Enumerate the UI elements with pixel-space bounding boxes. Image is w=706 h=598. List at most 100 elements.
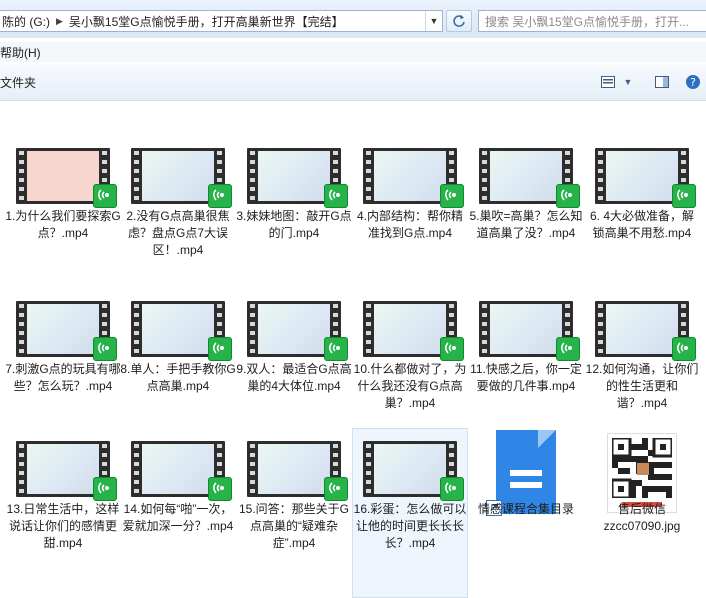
media-player-badge-icon (208, 337, 232, 361)
file-name: 16.彩蛋：怎么做可以让他的时间更长长长长？.mp4 (353, 502, 467, 550)
video-frame (258, 444, 330, 494)
video-frame (374, 444, 446, 494)
breadcrumb-folder[interactable]: 吴小飘15堂G点愉悦手册，打开高巢新世界【完结】 (67, 13, 346, 30)
view-options-icon[interactable] (600, 73, 616, 91)
video-frame (490, 151, 562, 201)
file-item[interactable]: 2.没有G点高巢很焦虑？盘点G点7大误区！.mp4 (120, 135, 236, 275)
file-item[interactable]: 3.妹妹地图：敲开G点的门.mp4 (236, 135, 352, 275)
video-frame (606, 151, 678, 201)
help-icon[interactable]: ? (684, 73, 702, 91)
video-frame (258, 151, 330, 201)
video-thumbnail (131, 301, 232, 361)
file-name: 5.巢吹=高巢？怎么知道高巢了没？.mp4 (469, 209, 583, 240)
menu-bar: 帮助(H) (0, 42, 706, 62)
media-player-badge-icon (440, 477, 464, 501)
file-item[interactable]: 13.日常生活中，这样说话让你们的感情更甜.mp4 (5, 428, 121, 598)
view-dropdown-icon[interactable]: ▼ (622, 73, 634, 91)
media-player-badge-icon (556, 337, 580, 361)
video-thumbnail (16, 441, 117, 501)
media-player-badge-icon (93, 337, 117, 361)
media-player-badge-icon (324, 337, 348, 361)
video-thumbnail (479, 148, 580, 208)
file-name: 9.双人：最适合G点高巢的4大体位.mp4 (236, 362, 352, 393)
file-list: 1.为什么我们要探索G点？.mp4 2.没有G点高巢很焦虑？盘点G点7大误区！.… (0, 101, 706, 598)
video-thumbnail (131, 148, 232, 208)
video-thumbnail (247, 441, 348, 501)
file-item[interactable]: 售后微信zzcc07090.jpg (584, 428, 700, 598)
file-name: 13.日常生活中，这样说话让你们的感情更甜.mp4 (6, 502, 120, 550)
refresh-icon (453, 15, 465, 27)
preview-pane-icon[interactable] (654, 73, 670, 91)
address-dropdown-icon[interactable]: ▼ (425, 11, 442, 31)
file-name: 1.为什么我们要探索G点？.mp4 (5, 209, 121, 240)
video-thumbnail (363, 441, 464, 501)
video-thumbnail (16, 148, 117, 208)
video-thumbnail (595, 301, 696, 361)
file-item[interactable]: 15.问答：那些关于G点高巢的“疑难杂症”.mp4 (236, 428, 352, 598)
media-player-badge-icon (440, 184, 464, 208)
breadcrumb-drive[interactable]: 陈的 (G:) (0, 13, 52, 30)
svg-text:?: ? (690, 76, 696, 89)
video-thumbnail (363, 148, 464, 208)
media-player-badge-icon (93, 477, 117, 501)
file-name: 15.问答：那些关于G点高巢的“疑难杂症”.mp4 (238, 502, 350, 550)
file-item[interactable]: 7.刺激G点的玩具有哪些？怎么玩？.mp4 (5, 288, 121, 428)
file-item[interactable]: 14.如何每“啪”一次，爱就加深一分？.mp4 (120, 428, 236, 598)
video-thumbnail (131, 441, 232, 501)
file-item[interactable]: 16.彩蛋：怎么做可以让他的时间更长长长长？.mp4 (352, 428, 468, 598)
media-player-badge-icon (324, 184, 348, 208)
video-thumbnail (595, 148, 696, 208)
breadcrumb-separator-icon[interactable]: ▶ (52, 16, 67, 27)
refresh-button[interactable] (446, 10, 472, 32)
video-frame (142, 151, 214, 201)
media-player-badge-icon (208, 477, 232, 501)
video-thumbnail (247, 301, 348, 361)
file-name: 2.没有G点高巢很焦虑？盘点G点7大误区！.mp4 (126, 209, 230, 257)
file-name: 14.如何每“啪”一次，爱就加深一分？.mp4 (122, 502, 234, 533)
file-item[interactable]: 8.单人：手把手教你G点高巢.mp4 (120, 288, 236, 428)
video-frame (374, 151, 446, 201)
file-name: 售后微信zzcc07090.jpg (603, 502, 681, 533)
video-thumbnail (247, 148, 348, 208)
command-toolbar: 文件夹 ▼ ? (0, 64, 706, 101)
video-thumbnail (479, 301, 580, 361)
file-item[interactable]: 10.什么都做对了，为什么我还没有G点高巢？.mp4 (352, 288, 468, 428)
video-frame (27, 444, 99, 494)
search-input[interactable]: 搜索 吴小飘15堂G点愉悦手册，打开... (478, 10, 706, 32)
search-placeholder: 搜索 吴小飘15堂G点愉悦手册，打开... (485, 14, 690, 29)
video-frame (142, 304, 214, 354)
media-player-badge-icon (208, 184, 232, 208)
video-frame (606, 304, 678, 354)
video-frame (142, 444, 214, 494)
file-name: 情感课程合集目录 (477, 502, 574, 516)
video-frame (374, 304, 446, 354)
menu-help[interactable]: 帮助(H) (0, 44, 45, 61)
address-bar-area: 陈的 (G:) ▶ 吴小飘15堂G点愉悦手册，打开高巢新世界【完结】 ▼ 搜索 … (0, 0, 706, 38)
address-bar[interactable]: 陈的 (G:) ▶ 吴小飘15堂G点愉悦手册，打开高巢新世界【完结】 ▼ (0, 10, 443, 32)
file-name: 10.什么都做对了，为什么我还没有G点高巢？.mp4 (353, 362, 467, 410)
file-name: 3.妹妹地图：敲开G点的门.mp4 (236, 209, 352, 240)
file-item[interactable]: 6. 4大必做准备，解锁高巢不用愁.mp4 (584, 135, 700, 275)
media-player-badge-icon (672, 337, 696, 361)
video-frame (27, 151, 99, 201)
file-name: 12.如何沟通，让你们的性生活更和谐？.mp4 (585, 362, 699, 410)
file-name: 7.刺激G点的玩具有哪些？怎么玩？.mp4 (5, 362, 121, 393)
file-item[interactable]: 11.快感之后，你一定要做的几件事.mp4 (468, 288, 584, 428)
file-item[interactable]: 4.内部结构：帮你精准找到G点.mp4 (352, 135, 468, 275)
video-frame (27, 304, 99, 354)
file-item[interactable]: ↗ 情感课程合集目录 (468, 428, 584, 598)
video-thumbnail (16, 301, 117, 361)
file-item[interactable]: 12.如何沟通，让你们的性生活更和谐？.mp4 (584, 288, 700, 428)
media-player-badge-icon (556, 184, 580, 208)
media-player-badge-icon (93, 184, 117, 208)
toolbar-new-folder[interactable]: 文件夹 (0, 74, 36, 91)
file-item[interactable]: 1.为什么我们要探索G点？.mp4 (5, 135, 121, 275)
file-item[interactable]: 9.双人：最适合G点高巢的4大体位.mp4 (236, 288, 352, 428)
media-player-badge-icon (672, 184, 696, 208)
file-name: 11.快感之后，你一定要做的几件事.mp4 (470, 362, 582, 393)
file-item[interactable]: 5.巢吹=高巢？怎么知道高巢了没？.mp4 (468, 135, 584, 275)
media-player-badge-icon (324, 477, 348, 501)
video-frame (258, 304, 330, 354)
video-frame (490, 304, 562, 354)
video-thumbnail (363, 301, 464, 361)
